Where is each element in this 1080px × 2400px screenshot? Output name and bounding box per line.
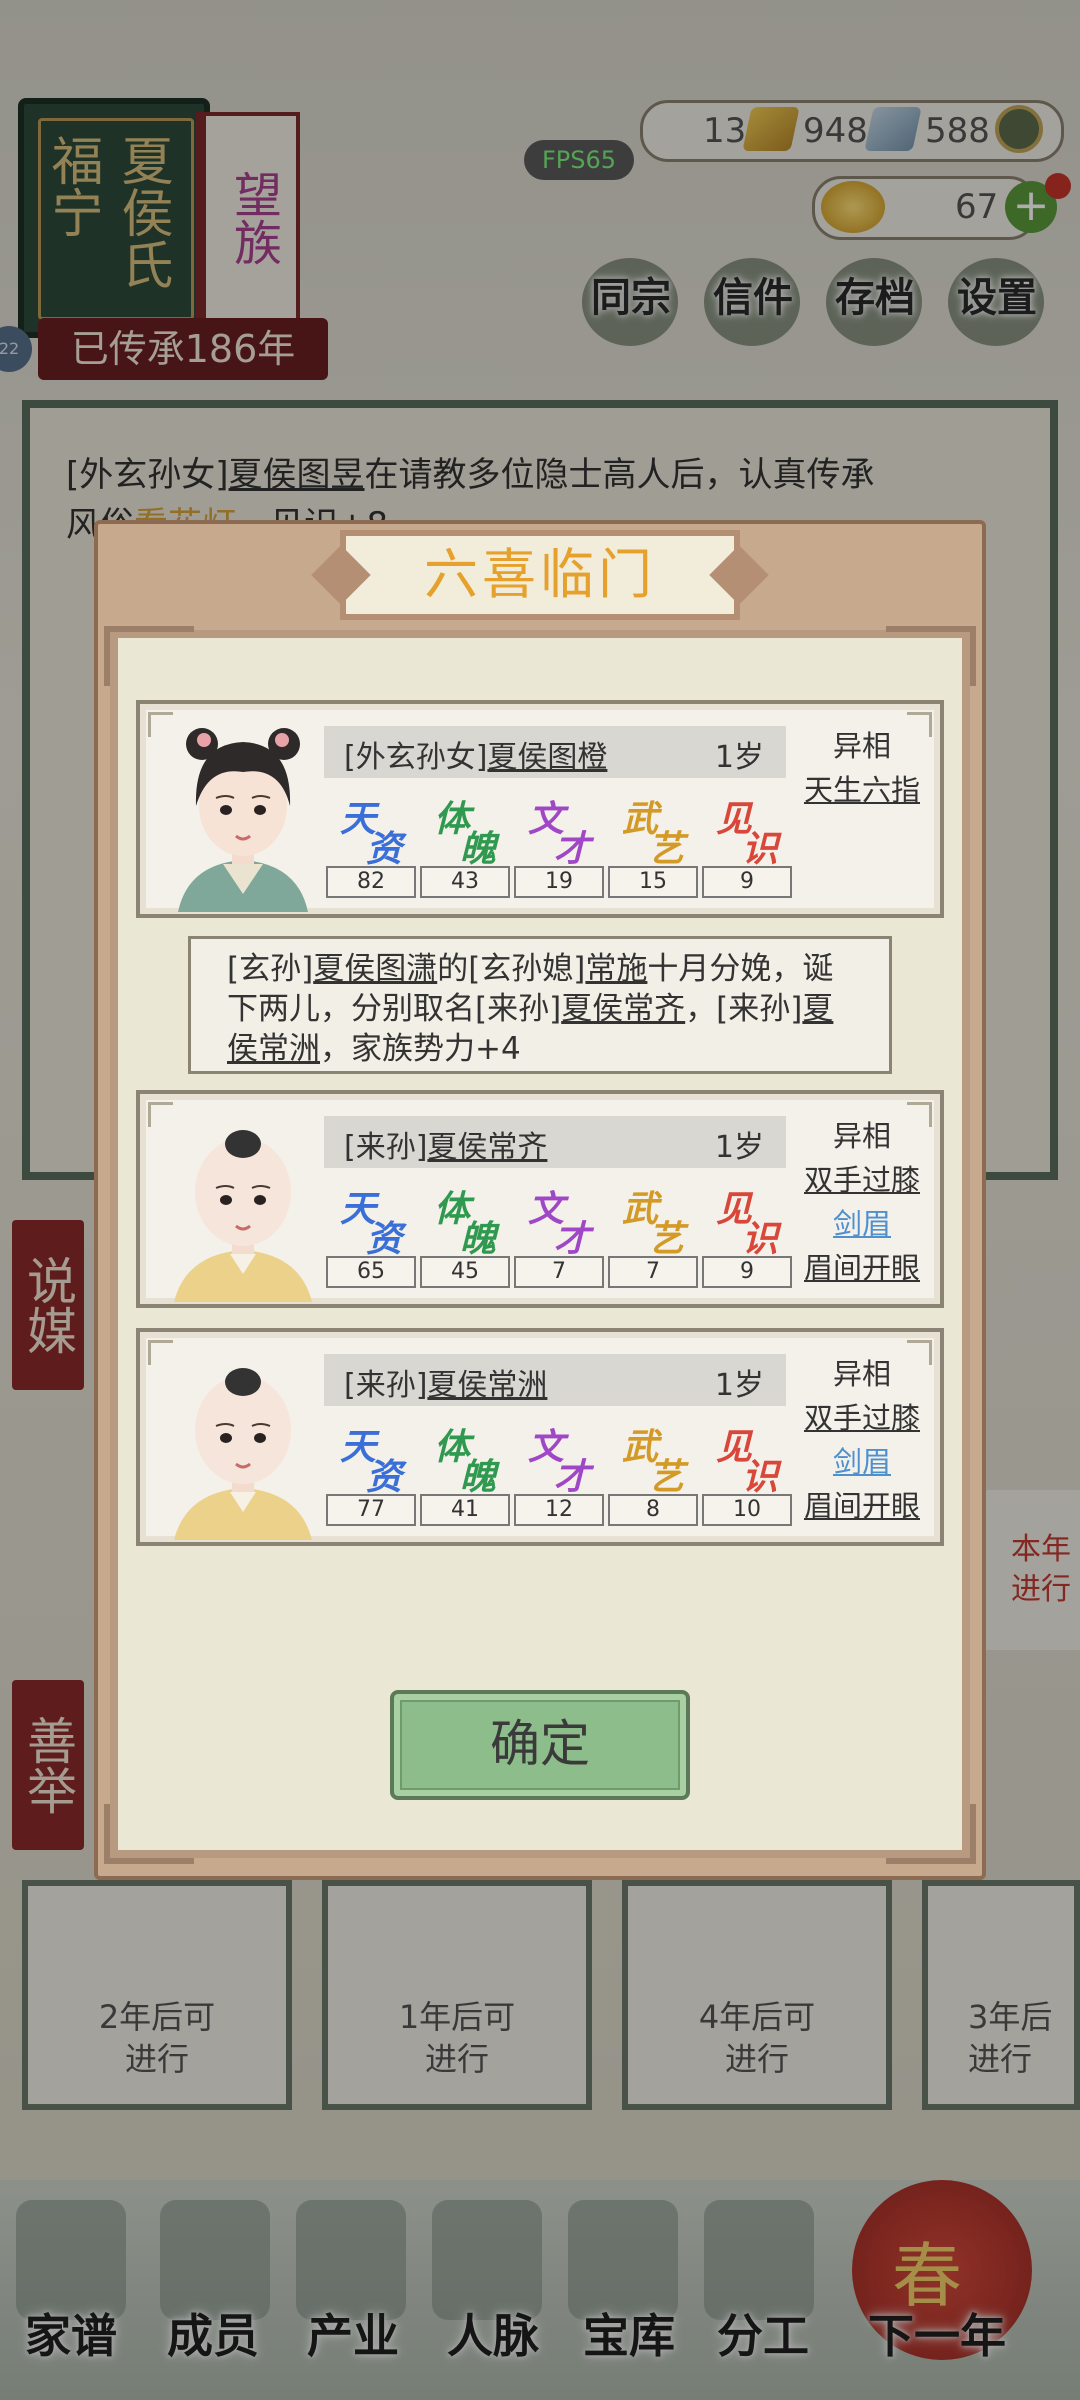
stat-value: 8	[608, 1494, 698, 1526]
birth-event-text: [玄孙]夏侯图潇的[玄孙媳]常施十月分娩，诞下两儿，分别取名[来孙]夏侯常齐，[…	[188, 936, 892, 1074]
person-card[interactable]: [外玄孙女]夏侯图橙 1岁天资 82 体魄 43 文才 19 武艺 15 见识 9 异相天生六指	[136, 700, 944, 918]
trait-link[interactable]: 眉间开眼	[792, 1484, 932, 1528]
person-name[interactable]: [外玄孙女]夏侯图橙	[344, 732, 607, 776]
event-text: ，[来孙]	[685, 991, 803, 1027]
event-person-link[interactable]: 常施	[585, 951, 647, 987]
stat-label: 文才	[528, 1427, 591, 1498]
trait-list: 异相双手过膝 剑眉 眉间开眼	[792, 1352, 932, 1528]
stat-label: 见识	[716, 1189, 779, 1260]
stat-value: 43	[420, 866, 510, 898]
person-age: 1岁	[714, 1368, 764, 1403]
stat-value: 15	[608, 866, 698, 898]
stat-value: 82	[326, 866, 416, 898]
stat-value: 12	[514, 1494, 604, 1526]
stat-value: 9	[702, 1256, 792, 1288]
frame-corner	[104, 1804, 194, 1864]
stat-label: 武艺	[622, 1427, 685, 1498]
stat-value: 41	[420, 1494, 510, 1526]
trait-title: 异相	[832, 1357, 891, 1391]
event-text: [玄孙]	[227, 951, 314, 987]
dialog-title: 六喜临门	[424, 543, 656, 606]
baby-portrait-icon	[174, 1368, 312, 1540]
stat-label: 天资	[340, 1427, 403, 1498]
event-person-link[interactable]: 夏侯图潇	[313, 951, 437, 987]
stat-value: 10	[702, 1494, 792, 1526]
person-card[interactable]: [来孙]夏侯常洲 1岁天资 77 体魄 41 文才 12 武艺 8 见识 10 异相 双手过膝 剑眉 眉间开…	[136, 1328, 944, 1546]
name-bar: [来孙]夏侯常洲 1岁	[324, 1354, 786, 1406]
stat-label: 天资	[340, 1189, 403, 1260]
stat-value: 65	[326, 1256, 416, 1288]
stat-value: 7	[608, 1256, 698, 1288]
person-card[interactable]: [来孙]夏侯常齐 1岁天资 65 体魄 45 文才 7 武艺 7 见识 9 异相 双手过膝 剑眉 眉间开眼	[136, 1090, 944, 1308]
person-name[interactable]: [来孙]夏侯常洲	[344, 1360, 547, 1404]
stat-label: 见识	[716, 1427, 779, 1498]
name-bar: [来孙]夏侯常齐 1岁	[324, 1116, 786, 1168]
person-name[interactable]: [来孙]夏侯常齐	[344, 1122, 547, 1166]
trait-list: 异相双手过膝 剑眉 眉间开眼	[792, 1114, 932, 1290]
stat-label: 体魄	[434, 1189, 497, 1260]
stat-label: 武艺	[622, 799, 685, 870]
person-age: 1岁	[714, 1130, 764, 1165]
frame-corner	[886, 626, 976, 686]
trait-link[interactable]: 剑眉	[792, 1440, 932, 1484]
stat-label: 武艺	[622, 1189, 685, 1260]
stat-label: 文才	[528, 799, 591, 870]
name-bar: [外玄孙女]夏侯图橙 1岁	[324, 726, 786, 778]
stat-label: 体魄	[434, 799, 497, 870]
stat-value: 19	[514, 866, 604, 898]
trait-list: 异相 天生六指	[792, 724, 932, 812]
event-person-link[interactable]: 夏侯常齐	[561, 991, 685, 1027]
trait-link[interactable]: 天生六指	[792, 768, 932, 812]
confirm-button[interactable]: 确定	[390, 1690, 690, 1800]
stat-value: 45	[420, 1256, 510, 1288]
trait-link[interactable]: 剑眉	[792, 1202, 932, 1246]
baby-portrait-icon	[174, 1130, 312, 1302]
stat-label: 天资	[340, 799, 403, 870]
stat-label: 体魄	[434, 1427, 497, 1498]
trait-link[interactable]: 双手过膝	[792, 1158, 932, 1202]
trait-title: 异相	[832, 729, 891, 763]
trait-link[interactable]: 双手过膝	[792, 1396, 932, 1440]
event-text: ，家族势力+4	[320, 1031, 521, 1067]
stat-label: 文才	[528, 1189, 591, 1260]
stat-value: 9	[702, 866, 792, 898]
girl-portrait-icon	[178, 728, 308, 912]
frame-corner	[104, 626, 194, 686]
event-text: 的[玄孙媳]	[437, 951, 586, 987]
person-age: 1岁	[714, 740, 764, 775]
frame-corner	[886, 1804, 976, 1864]
trait-title: 异相	[832, 1119, 891, 1153]
stat-value: 77	[326, 1494, 416, 1526]
trait-link[interactable]: 眉间开眼	[792, 1246, 932, 1290]
stat-value: 7	[514, 1256, 604, 1288]
stat-label: 见识	[716, 799, 779, 870]
